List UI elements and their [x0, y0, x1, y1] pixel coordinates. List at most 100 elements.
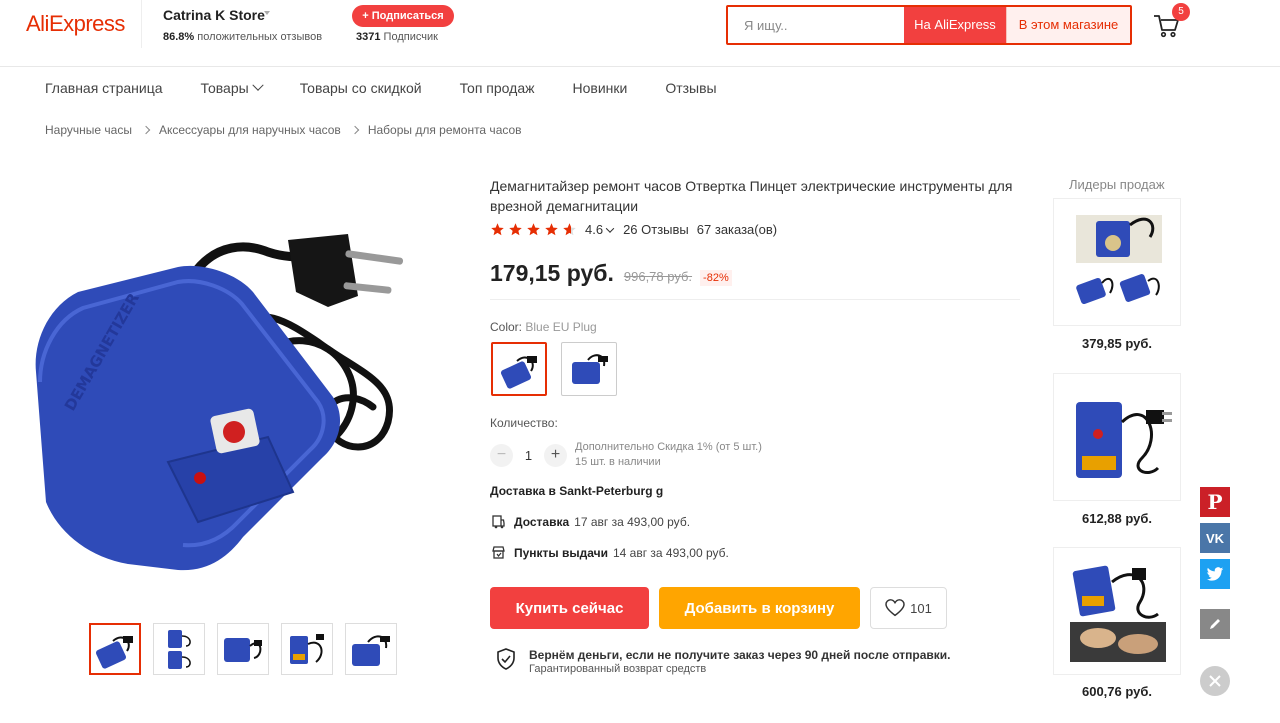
buyer-protection: Вернём деньги, если не получите заказ че…	[496, 648, 951, 675]
followers-label: Подписчик	[383, 31, 438, 43]
buy-now-button[interactable]: Купить сейчас	[490, 587, 649, 629]
chevron-down-icon[interactable]	[264, 11, 270, 15]
delivery-destination[interactable]: Доставка в Sankt-Peterburg g	[490, 484, 663, 498]
shipping-label: Доставка	[514, 515, 570, 529]
color-label-text: Color:	[490, 320, 523, 334]
thumbnail-image	[95, 636, 133, 669]
rating-value[interactable]: 4.6	[585, 222, 603, 237]
thumbnail-image	[168, 630, 191, 669]
quantity-value[interactable]: 1	[513, 448, 544, 463]
best-seller-card[interactable]	[1053, 373, 1181, 501]
pencil-icon	[1210, 619, 1220, 629]
chevron-right-icon	[350, 125, 360, 135]
twitter-icon	[1206, 566, 1224, 581]
cart-count-badge: 5	[1172, 3, 1190, 21]
vk-share-button[interactable]: VK	[1200, 523, 1230, 553]
add-to-cart-button[interactable]: Добавить в корзину	[659, 587, 860, 629]
old-price: 996,78 руб.	[623, 269, 693, 284]
thumbnail[interactable]	[281, 623, 333, 675]
store-positive-pct: 86.8%	[163, 31, 195, 43]
swatch-image	[500, 356, 537, 389]
nav-label: Товары	[200, 80, 249, 96]
pickup-point-icon	[492, 546, 505, 559]
vk-icon: VK	[1205, 530, 1225, 546]
thumbnail[interactable]	[89, 623, 141, 675]
rating-row: 4.6 26 Отзывы 67 заказа(ов)	[490, 222, 777, 237]
nav-reviews[interactable]: Отзывы	[665, 78, 716, 98]
nav-top-sellers[interactable]: Топ продаж	[460, 78, 535, 98]
best-seller-card[interactable]	[1053, 198, 1181, 326]
rating-stars	[490, 222, 577, 237]
thumbnail[interactable]	[217, 623, 269, 675]
pinterest-share-button[interactable]: P	[1200, 487, 1230, 517]
store-positive-label: положительных отзывов	[197, 31, 323, 43]
nav-home[interactable]: Главная страница	[45, 78, 163, 98]
breadcrumb-item[interactable]: Наборы для ремонта часов	[368, 123, 522, 137]
color-swatch-blue-eu[interactable]	[491, 342, 547, 396]
shipping-option-pickup: Пункты выдачи 14 авг за 493,00 руб.	[492, 546, 729, 560]
discount-badge: -82%	[700, 270, 732, 286]
color-swatch-alt[interactable]	[561, 342, 617, 396]
followers-count: 3371	[356, 31, 381, 43]
quantity-info: Дополнительно Скидка 1% (от 5 шт.) 15 шт…	[575, 440, 762, 470]
aliexpress-logo[interactable]: AliExpress	[26, 11, 125, 37]
breadcrumb: Наручные часы Аксессуары для наручных ча…	[45, 123, 522, 137]
reviews-link[interactable]: 26 Отзывы	[623, 222, 689, 237]
best-seller-image	[1076, 215, 1162, 304]
edit-button[interactable]	[1200, 609, 1230, 639]
close-share-button[interactable]	[1200, 666, 1230, 696]
quantity-plus-button[interactable]: +	[544, 443, 567, 467]
thumbnail[interactable]	[153, 623, 205, 675]
breadcrumb-item[interactable]: Наручные часы	[45, 123, 132, 137]
search-in-store-button[interactable]: В этом магазине	[1006, 7, 1130, 43]
color-label: Color: Blue EU Plug	[490, 320, 597, 334]
breadcrumb-item[interactable]: Аксессуары для наручных часов	[159, 123, 341, 137]
swatch-image	[572, 354, 608, 384]
search-input[interactable]	[728, 7, 902, 43]
best-seller-price[interactable]: 612,88 руб.	[1053, 511, 1181, 526]
heart-icon	[885, 599, 905, 617]
store-name[interactable]: Catrina K Store	[163, 7, 265, 23]
demagnetizer-image: DEMAGNETIZER	[35, 234, 404, 571]
chevron-down-icon	[252, 79, 264, 91]
search-aliexpress-button[interactable]: На AliExpress	[904, 7, 1006, 43]
subscribe-button[interactable]: + Подписаться	[352, 5, 454, 27]
star-half-icon	[563, 223, 576, 236]
star-icon	[527, 223, 540, 236]
product-title: Демагнитайзер ремонт часов Отвертка Пинц…	[490, 178, 1013, 214]
quantity-minus-button[interactable]: −	[490, 443, 513, 467]
nav-label: Главная страница	[45, 80, 163, 96]
nav-products[interactable]: Товары	[200, 78, 264, 98]
nav-label: Товары со скидкой	[299, 80, 422, 96]
shipping-detail: 17 авг за 493,00 руб.	[574, 515, 691, 529]
color-swatches	[491, 342, 617, 396]
star-icon	[509, 223, 522, 236]
followers: 3371 Подписчик	[356, 31, 438, 43]
quantity-stepper: − 1 + Дополнительно Скидка 1% (от 5 шт.)…	[490, 440, 762, 470]
thumbnail[interactable]	[345, 623, 397, 675]
nav-new[interactable]: Новинки	[572, 78, 627, 98]
best-seller-card[interactable]	[1053, 547, 1181, 675]
header-divider	[141, 0, 142, 48]
thumbnail-image	[290, 634, 324, 664]
product-main-image[interactable]: DEMAGNETIZER	[28, 212, 413, 582]
star-icon	[545, 223, 558, 236]
shipping-detail: 14 авг за 493,00 руб.	[612, 546, 729, 560]
best-seller-price[interactable]: 600,76 руб.	[1053, 684, 1181, 699]
chevron-right-icon	[141, 125, 151, 135]
chevron-down-icon[interactable]	[605, 223, 615, 233]
store-header: AliExpress Catrina K Store 86.8% положит…	[0, 0, 1280, 67]
cart-button[interactable]: 5	[1152, 3, 1190, 42]
pinterest-icon: P	[1207, 490, 1223, 514]
wishlist-button[interactable]: 101	[870, 587, 947, 629]
guarantee-main: Вернём деньги, если не получите заказ че…	[529, 648, 951, 662]
quantity-discount-note: Дополнительно Скидка 1% (от 5 шт.)	[575, 441, 762, 453]
delivery-truck-icon	[492, 515, 505, 529]
twitter-share-button[interactable]	[1200, 559, 1230, 589]
nav-label: Новинки	[572, 80, 628, 96]
thumbnail-image	[224, 638, 262, 662]
best-seller-price[interactable]: 379,85 руб.	[1053, 336, 1181, 351]
guarantee-sub: Гарантированный возврат средств	[529, 663, 707, 675]
quantity-label: Количество:	[490, 416, 558, 430]
nav-discounted[interactable]: Товары со скидкой	[300, 78, 422, 98]
